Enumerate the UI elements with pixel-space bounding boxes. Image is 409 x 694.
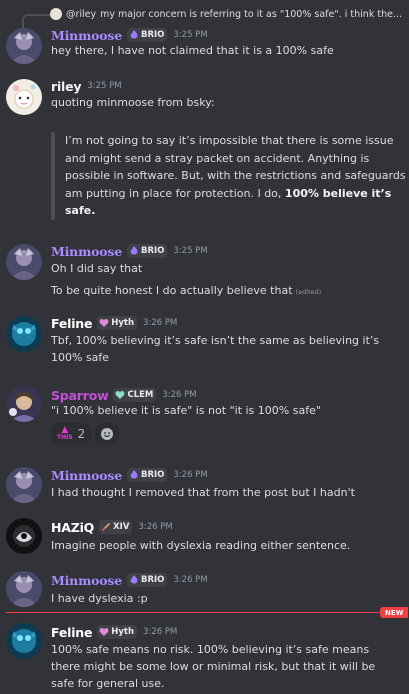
avatar[interactable] (6, 571, 42, 607)
avatar[interactable] (6, 467, 42, 503)
flame-icon (130, 246, 138, 255)
username[interactable]: Feline (51, 316, 92, 331)
avatar[interactable] (6, 386, 42, 422)
guild-tag-label: Hyth (111, 627, 135, 637)
username[interactable]: Feline (51, 625, 92, 640)
this-emoji-icon: ▲ THIS (57, 425, 73, 442)
reply-avatar (50, 8, 62, 20)
guild-tag-label: BRIO (140, 30, 165, 40)
timestamp: 3:26 PM (143, 627, 178, 637)
avatar[interactable] (6, 623, 42, 659)
reactions-bar: ▲ THIS 2 (51, 423, 120, 445)
username[interactable]: HAZiQ (51, 520, 94, 535)
timestamp: 3:26 PM (173, 470, 208, 480)
guild-tag[interactable]: Hyth (97, 625, 138, 639)
avatar[interactable] (6, 518, 42, 554)
timestamp: 3:26 PM (162, 390, 197, 400)
timestamp: 3:25 PM (173, 246, 208, 256)
chat-message-list: @riley my major concern is referring to … (0, 0, 409, 694)
avatar[interactable] (6, 244, 42, 280)
message-content: I have dyslexia :p (51, 592, 148, 605)
guild-tag-label: BRIO (140, 575, 165, 585)
sword-icon (102, 523, 111, 531)
guild-tag-label: Hyth (111, 318, 135, 328)
add-reaction-button[interactable] (95, 423, 120, 445)
message-content: Imagine people with dyslexia reading eit… (51, 539, 351, 552)
avatar[interactable] (6, 79, 42, 115)
heart-icon (99, 319, 109, 327)
message-header: HAZiQ XIV 3:26 PM (51, 518, 173, 536)
username[interactable]: Minmoose (51, 573, 122, 588)
guild-tag[interactable]: BRIO (126, 28, 168, 42)
timestamp: 3:25 PM (87, 81, 122, 91)
message-text: To be quite honest I do actually believe… (51, 284, 293, 297)
reaction-count: 2 (77, 427, 86, 441)
flame-icon (130, 30, 138, 39)
new-messages-badge: NEW (380, 607, 409, 618)
guild-tag-label: CLEM (127, 390, 154, 400)
message-content: Oh I did say that (51, 262, 143, 275)
message-content: "i 100% believe it is safe" is not "it i… (51, 404, 321, 417)
username[interactable]: Sparrow (51, 388, 109, 403)
message-header: Feline Hyth 3:26 PM (51, 623, 177, 641)
blockquote: I’m not going to say it’s impossible tha… (51, 132, 409, 220)
username[interactable]: riley (51, 79, 82, 94)
username[interactable]: Minmoose (51, 244, 122, 259)
flame-icon (130, 470, 138, 479)
heart-icon (116, 391, 125, 399)
guild-tag[interactable]: BRIO (126, 468, 168, 482)
message-header: riley 3:25 PM (51, 77, 122, 95)
timestamp: 3:26 PM (138, 522, 173, 532)
timestamp: 3:26 PM (173, 575, 208, 585)
smiley-icon (101, 428, 114, 440)
reply-text: my major concern is referring to it as "… (100, 8, 402, 20)
message-content: 100% safe means no risk. 100% believing … (51, 643, 376, 690)
username[interactable]: Minmoose (51, 28, 122, 43)
message-header: Feline Hyth 3:26 PM (51, 314, 177, 332)
avatar[interactable] (6, 28, 42, 64)
guild-tag-label: BRIO (140, 470, 165, 480)
username[interactable]: Minmoose (51, 468, 122, 483)
message-header: Minmoose BRIO 3:25 PM (51, 242, 208, 260)
reaction-this[interactable]: ▲ THIS 2 (51, 423, 92, 445)
new-messages-divider (6, 612, 381, 613)
guild-tag-label: XIV (113, 522, 130, 532)
timestamp: 3:26 PM (143, 318, 178, 328)
message-header: Minmoose BRIO 3:26 PM (51, 571, 208, 589)
guild-tag[interactable]: XIV (99, 520, 133, 534)
guild-tag[interactable]: BRIO (126, 573, 168, 587)
message-content: To be quite honest I do actually believe… (51, 282, 399, 301)
message-header: Minmoose BRIO 3:26 PM (51, 466, 208, 484)
edited-label: (edited) (295, 288, 322, 296)
timestamp: 3:25 PM (173, 30, 208, 40)
avatar[interactable] (6, 316, 42, 352)
message-content: hey there, I have not claimed that it is… (51, 44, 334, 57)
message-content: I had thought I removed that from the po… (51, 486, 355, 499)
flame-icon (130, 575, 138, 584)
guild-tag[interactable]: Hyth (97, 316, 138, 330)
heart-icon (99, 628, 109, 636)
this-emoji-label: THIS (57, 434, 73, 441)
guild-tag-label: BRIO (140, 246, 165, 256)
message-content: quoting minmoose from bsky: (51, 96, 215, 109)
reply-mention[interactable]: @riley (66, 9, 96, 20)
guild-tag[interactable]: CLEM (113, 388, 157, 402)
message-content: Tbf, 100% believing it’s safe isn’t the … (51, 334, 380, 364)
reply-reference[interactable]: @riley my major concern is referring to … (20, 6, 402, 22)
guild-tag[interactable]: BRIO (126, 244, 168, 258)
